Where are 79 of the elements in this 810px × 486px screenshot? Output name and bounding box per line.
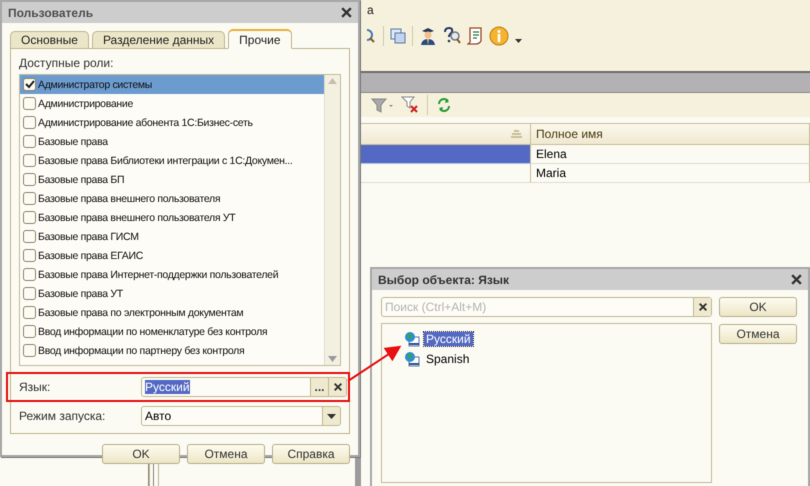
select-button[interactable]: ... — [310, 378, 328, 396]
checkbox[interactable] — [23, 135, 36, 148]
tab[interactable]: Разделение данных — [92, 31, 226, 49]
search-input[interactable]: Поиск (Ctrl+Alt+M) — [382, 300, 693, 314]
clear-button[interactable] — [693, 298, 711, 316]
dialog-button[interactable]: Отмена — [719, 324, 797, 344]
checkbox[interactable] — [23, 211, 36, 224]
sort-icon — [511, 130, 522, 138]
roles-label: Доступные роли: — [19, 55, 114, 71]
role-item[interactable]: Базовые права Библиотеки интеграции с 1С:Докумен... — [20, 151, 324, 170]
info-icon[interactable] — [489, 26, 509, 46]
tab[interactable]: Прочие — [228, 29, 292, 49]
role-item[interactable]: Базовые права ГИСМ — [20, 227, 324, 246]
role-item[interactable]: Администрирование абонента 1С:Бизнес-сеть — [20, 113, 324, 132]
search-field[interactable]: Поиск (Ctrl+Alt+M) — [381, 297, 712, 317]
checkbox[interactable] — [23, 230, 36, 243]
title-text: а — [367, 2, 375, 18]
dropdown-button[interactable] — [322, 407, 340, 425]
checkbox[interactable] — [23, 173, 36, 186]
role-item[interactable]: Базовые права ЕГАИС — [20, 246, 324, 265]
launch-mode-dropdown[interactable]: Авто — [141, 406, 341, 426]
search-icon[interactable] — [367, 28, 377, 44]
role-item[interactable]: Базовые права внешнего пользователя УТ — [20, 208, 324, 227]
checkbox[interactable] — [23, 116, 36, 129]
checkbox[interactable] — [23, 97, 36, 110]
role-item[interactable]: Базовые права — [20, 132, 324, 151]
filter-icon[interactable] — [371, 97, 393, 113]
list-item[interactable]: Русский — [424, 332, 473, 346]
checkbox[interactable] — [23, 249, 36, 262]
window-title: Выбор объекта: Язык — [378, 272, 510, 286]
role-item[interactable]: Администратор системы — [20, 75, 324, 94]
role-item[interactable]: Базовые права УТ — [20, 284, 324, 303]
role-item[interactable]: Администрирование — [20, 94, 324, 113]
list-item[interactable]: Spanish — [424, 352, 472, 366]
column-header[interactable]: Полное имя — [531, 123, 810, 145]
dialog-button[interactable]: Отмена — [187, 444, 265, 464]
clear-icon — [698, 302, 708, 312]
caret-icon — [327, 414, 336, 418]
role-item[interactable]: Ввод информации по партнеру без контроля — [20, 341, 324, 360]
role-item[interactable]: Базовые права БП — [20, 170, 324, 189]
close-icon — [790, 272, 803, 286]
checkbox[interactable] — [23, 268, 36, 281]
checkbox[interactable] — [23, 344, 36, 357]
globe-icon — [404, 331, 420, 347]
checkbox[interactable] — [23, 325, 36, 338]
refresh-icon[interactable] — [436, 97, 452, 113]
table-cell: Maria — [531, 164, 810, 183]
person-icon[interactable] — [419, 27, 437, 45]
close-button[interactable] — [790, 272, 804, 286]
window-title: Пользователь — [8, 6, 94, 20]
table-cell: Elena — [531, 145, 810, 164]
globe-icon — [404, 351, 420, 367]
checkbox[interactable] — [23, 78, 36, 91]
role-item[interactable]: Базовые права внешнего пользователя — [20, 189, 324, 208]
role-item[interactable]: Базовые права по электронным документам — [20, 303, 324, 322]
dialog-button[interactable]: Справка — [272, 444, 350, 464]
scroll-down-icon[interactable] — [328, 356, 337, 362]
help-search-icon[interactable] — [443, 27, 461, 45]
close-icon — [340, 6, 353, 18]
clear-icon — [332, 382, 342, 392]
role-item[interactable]: Базовые права Интернет-поддержки пользователей — [20, 265, 324, 284]
filter-clear-icon[interactable] — [401, 96, 419, 114]
document-icon[interactable] — [467, 27, 483, 45]
field-label: Язык: — [19, 380, 52, 394]
checkbox[interactable] — [23, 306, 36, 319]
checkbox[interactable] — [23, 287, 36, 300]
field-label: Режим запуска: — [19, 409, 106, 423]
caret-icon[interactable] — [515, 38, 522, 44]
dialog-button[interactable]: OK — [102, 444, 180, 464]
scrollbar[interactable] — [324, 75, 340, 365]
checkbox[interactable] — [23, 154, 36, 167]
role-item[interactable]: Ввод информации по номенклатуре без контроля — [20, 322, 324, 341]
close-button[interactable] — [340, 6, 354, 20]
dialog-button[interactable]: OK — [719, 297, 797, 317]
language-field[interactable]: Русский ... — [141, 377, 347, 397]
tab[interactable]: Основные — [10, 31, 89, 49]
windows-icon[interactable] — [390, 28, 406, 44]
checkbox[interactable] — [23, 192, 36, 205]
clear-button[interactable] — [328, 378, 346, 396]
